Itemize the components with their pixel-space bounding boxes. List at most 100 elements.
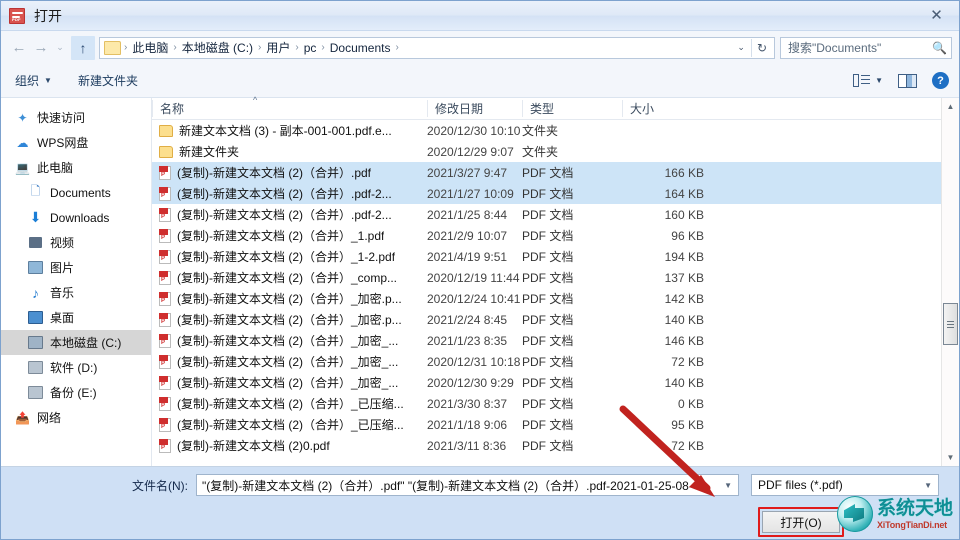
breadcrumb-separator-0: › [124,42,128,53]
file-date-cell: 2021/3/27 9:47 [427,165,508,180]
open-button[interactable]: 打开(O) [762,511,840,533]
file-name-text: 新建文本文档 (3) - 副本-001-001.pdf.e... [179,124,392,138]
sidebar-label: 桌面 [50,311,75,325]
table-row[interactable]: (复制)-新建文本文档 (2)（合并）_已压缩... 2021/1/18 9:06… [152,414,959,435]
file-size-cell: 0 KB [677,396,704,411]
up-icon[interactable]: ↑ [71,35,95,60]
file-size-cell: 95 KB [671,417,704,432]
file-type-cell: PDF 文档 [522,313,574,327]
history-dropdown-icon[interactable]: ⌄ [52,37,68,59]
table-row[interactable]: (复制)-新建文本文档 (2)（合并）.pdf-2... 2021/1/27 10… [152,183,959,204]
chevron-down-icon: ▼ [44,76,52,85]
breadcrumb-item-3[interactable]: pc [302,41,319,55]
pdf-icon [159,438,171,453]
scroll-up-icon[interactable]: ▲ [942,98,959,115]
chevron-down-icon[interactable]: ▼ [720,481,736,490]
forward-icon[interactable]: → [30,37,52,59]
sidebar-item-backup-e[interactable]: 备份 (E:) [1,380,151,405]
chevron-down-icon[interactable]: ⌄ [731,42,751,53]
breadcrumb-item-0[interactable]: 此电脑 [130,39,170,56]
refresh-icon[interactable]: ↻ [750,38,772,57]
table-row[interactable]: (复制)-新建文本文档 (2)（合并）_comp... 2020/12/19 11… [152,267,959,288]
watermark-en: XiTongTianDi.net [877,519,947,530]
star-icon: ✦ [17,110,28,125]
pdf-icon [159,270,171,285]
sidebar-item-local-disk-c[interactable]: 本地磁盘 (C:) [1,330,151,355]
sidebar-item-music[interactable]: ♪ 音乐 [1,280,151,305]
scrollbar-grip [947,320,954,328]
close-icon[interactable]: ✕ [914,1,959,29]
sidebar-item-documents[interactable]: 🗋 Documents [1,180,151,205]
chevron-down-icon: ▼ [875,76,883,85]
filename-input[interactable]: "(复制)-新建文本文档 (2)（合并）.pdf" "(复制)-新建文本文档 (… [196,474,739,496]
table-row[interactable]: (复制)-新建文本文档 (2)（合并）.pdf-2... 2021/1/25 8:… [152,204,959,225]
back-icon[interactable]: ← [8,37,30,59]
file-size-cell: 96 KB [671,228,704,243]
drive-icon [27,336,44,349]
file-size-cell: 164 KB [664,186,704,201]
file-name-cell: (复制)-新建文本文档 (2)（合并）.pdf-2... [152,206,427,223]
column-header-date[interactable]: 修改日期 [427,100,522,117]
new-folder-button[interactable]: 新建文件夹 [78,72,138,89]
breadcrumb-item-4[interactable]: Documents [328,41,393,55]
vertical-scrollbar[interactable]: ▲ ▼ [941,98,959,466]
breadcrumb[interactable]: › 此电脑 › 本地磁盘 (C:) › 用户 › pc › Documents … [99,36,775,59]
column-header-type[interactable]: 类型 [522,100,622,117]
scroll-down-icon[interactable]: ▼ [942,449,959,466]
table-row[interactable]: (复制)-新建文本文档 (2)（合并）_加密_... 2021/1/23 8:35… [152,330,959,351]
view-list-icon [853,74,871,87]
table-row[interactable]: 新建文件夹 2020/12/29 9:07 文件夹 [152,141,959,162]
breadcrumb-item-1[interactable]: 本地磁盘 (C:) [180,39,255,56]
filename-label: 文件名(N): [132,478,188,493]
breadcrumb-item-2[interactable]: 用户 [264,39,292,56]
scrollbar-thumb[interactable] [943,303,958,345]
table-row[interactable]: (复制)-新建文本文档 (2)（合并）_已压缩... 2021/3/30 8:37… [152,393,959,414]
sidebar-label: Downloads [50,210,110,225]
file-date-cell: 2020/12/31 10:18 [427,354,521,369]
scrollbar-track[interactable] [942,115,959,449]
sidebar-item-software-d[interactable]: 软件 (D:) [1,355,151,380]
file-type-cell: PDF 文档 [522,187,574,201]
file-size-cell: 160 KB [664,207,704,222]
help-icon[interactable]: ? [932,72,949,89]
drive-icon [27,386,44,399]
sidebar-item-quick-access[interactable]: ✦ 快速访问 [1,105,151,130]
file-name-cell: (复制)-新建文本文档 (2)（合并）_1-2.pdf [152,248,427,265]
file-size-cell: 72 KB [671,438,704,453]
search-input[interactable]: 搜索"Documents" 🔍 [780,36,952,59]
table-row[interactable]: (复制)-新建文本文档 (2)0.pdf 2021/3/11 8:36 PDF 文档… [152,435,959,456]
sidebar-item-desktop[interactable]: 桌面 [1,305,151,330]
music-icon: ♪ [32,284,39,301]
file-list-header: ^ 名称 修改日期 类型 大小 [152,95,959,120]
sidebar-item-pictures[interactable]: 图片 [1,255,151,280]
view-options-button[interactable]: ▼ [853,74,883,87]
file-type-cell: PDF 文档 [522,208,574,222]
navigation-sidebar: ✦ 快速访问 ☁ WPS网盘 💻 此电脑 🗋 Documents ⬇ Downl… [1,98,152,466]
table-row[interactable]: (复制)-新建文本文档 (2)（合并）_加密.p... 2021/2/24 8:4… [152,309,959,330]
file-type-cell: PDF 文档 [522,334,574,348]
table-row[interactable]: (复制)-新建文本文档 (2)（合并）_1.pdf 2021/2/9 10:07 P… [152,225,959,246]
table-row[interactable]: (复制)-新建文本文档 (2)（合并）_加密.p... 2020/12/24 10… [152,288,959,309]
pdf-icon [159,354,171,369]
sidebar-item-this-pc[interactable]: 💻 此电脑 [1,155,151,180]
organize-button[interactable]: 组织 ▼ [15,72,52,89]
sidebar-item-videos[interactable]: 视频 [1,230,151,255]
file-name-cell: (复制)-新建文本文档 (2)（合并）_加密.p... [152,311,427,328]
table-row[interactable]: (复制)-新建文本文档 (2)（合并）_加密_... 2020/12/31 10:… [152,351,959,372]
sidebar-item-wps-cloud[interactable]: ☁ WPS网盘 [1,130,151,155]
cloud-icon: ☁ [16,135,29,150]
breadcrumb-separator-1: › [173,42,177,53]
table-row[interactable]: (复制)-新建文本文档 (2)（合并）.pdf 2021/3/27 9:47 PDF… [152,162,959,183]
preview-pane-icon[interactable] [898,73,917,88]
table-row[interactable]: 新建文本文档 (3) - 副本-001-001.pdf.e... 2020/12/… [152,120,959,141]
file-name-text: (复制)-新建文本文档 (2)（合并）.pdf-2... [177,208,392,222]
video-icon [27,237,44,248]
column-header-name[interactable]: 名称 [152,100,427,117]
column-header-size[interactable]: 大小 [622,100,712,117]
sidebar-item-downloads[interactable]: ⬇ Downloads [1,205,151,230]
toolbar-right-group: ▼ ? [853,72,949,89]
table-row[interactable]: (复制)-新建文本文档 (2)（合并）_1-2.pdf 2021/4/19 9:5… [152,246,959,267]
file-name-text: (复制)-新建文本文档 (2)（合并）_加密.p... [177,292,402,306]
sidebar-item-network[interactable]: 📤 网络 [1,405,151,430]
table-row[interactable]: (复制)-新建文本文档 (2)（合并）_加密_... 2020/12/30 9:2… [152,372,959,393]
